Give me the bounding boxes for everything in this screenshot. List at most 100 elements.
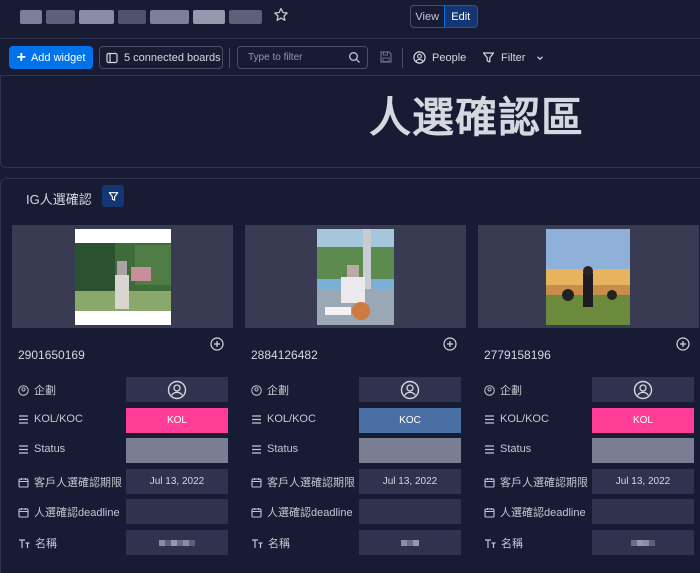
edit-mode-button[interactable]: Edit <box>443 6 477 27</box>
status-value[interactable] <box>359 438 461 463</box>
status-column-icon <box>252 444 261 454</box>
search-icon <box>349 52 360 63</box>
field-label: 人選確認deadline <box>18 504 120 520</box>
field-label: 客戶人選確認期限 <box>251 474 355 490</box>
field-label: KOL/KOC <box>484 413 549 425</box>
filter-icon <box>482 52 495 63</box>
calendar-icon <box>251 477 262 488</box>
deadline-date[interactable] <box>359 499 461 524</box>
person-icon <box>251 384 262 396</box>
card-item-id[interactable]: 2884126482 <box>251 348 318 362</box>
field-row-kol-koc: KOL/KOC KOL <box>478 408 699 433</box>
person-icon <box>413 51 426 64</box>
name-value-blurred[interactable] <box>359 530 461 555</box>
client-deadline-date[interactable]: Jul 13, 2022 <box>359 469 461 494</box>
field-row-status: Status <box>245 438 466 463</box>
card-item-id[interactable]: 2779158196 <box>484 348 551 362</box>
title-bar: View Edit <box>0 0 700 38</box>
filter-input[interactable] <box>248 52 348 63</box>
field-label: 客戶人選確認期限 <box>18 474 122 490</box>
kol-koc-status-label[interactable]: KOL <box>126 408 228 433</box>
status-value[interactable] <box>126 438 228 463</box>
client-deadline-date[interactable]: Jul 13, 2022 <box>592 469 694 494</box>
field-row-planner: 企劃 <box>12 377 233 402</box>
section-filter-button[interactable] <box>102 185 124 207</box>
status-value[interactable] <box>592 438 694 463</box>
field-label: Status <box>484 443 531 455</box>
filter-button[interactable]: Filter <box>482 46 545 69</box>
kol-koc-status-label[interactable]: KOC <box>359 408 461 433</box>
name-value-blurred[interactable] <box>592 530 694 555</box>
card-body: 2779158196 企劃 KOL/KOC KOL Status 客戶人選確認期… <box>478 328 699 573</box>
planner-value[interactable] <box>359 377 461 402</box>
field-label: 名稱 <box>251 535 290 551</box>
field-row-planner: 企劃 <box>478 377 699 402</box>
field-label: 人選確認deadline <box>484 504 586 520</box>
status-column-icon <box>19 444 28 454</box>
field-row-client-deadline: 客戶人選確認期限 Jul 13, 2022 <box>478 469 699 494</box>
section-title: IG人選確認 <box>26 192 92 207</box>
card-image-area <box>245 225 466 328</box>
field-row-name: 名稱 <box>245 530 466 555</box>
calendar-icon <box>484 507 495 518</box>
field-row-planner: 企劃 <box>245 377 466 402</box>
filter-label: Filter <box>501 51 526 64</box>
person-icon <box>18 384 29 396</box>
calendar-icon <box>18 477 29 488</box>
view-mode-button[interactable]: View <box>411 6 444 27</box>
field-row-client-deadline: 客戶人選確認期限 Jul 13, 2022 <box>245 469 466 494</box>
card-image-area <box>12 225 233 328</box>
add-update-icon[interactable] <box>209 336 225 352</box>
connected-boards-label: 5 connected boards <box>124 51 221 64</box>
add-widget-label: Add widget <box>30 51 86 64</box>
people-filter-button[interactable]: People <box>413 46 466 69</box>
hero-title: 人選確認區 <box>369 93 585 142</box>
avatar-placeholder-icon <box>400 380 420 399</box>
text-column-icon <box>252 538 263 548</box>
add-widget-button[interactable]: + Add widget <box>9 46 93 69</box>
field-label: KOL/KOC <box>18 413 83 425</box>
dashboard-toolbar: + Add widget 5 connected boards People F… <box>0 38 700 76</box>
deadline-date[interactable] <box>592 499 694 524</box>
planner-value[interactable] <box>592 377 694 402</box>
add-update-icon[interactable] <box>442 336 458 352</box>
connected-boards-button[interactable]: 5 connected boards <box>99 46 223 69</box>
board-icon <box>106 52 118 63</box>
text-widget[interactable]: 人選確認區 <box>0 76 700 168</box>
text-column-icon <box>19 538 30 548</box>
card-image-area <box>478 225 699 328</box>
pixelated-name <box>401 539 419 546</box>
kol-koc-status-label[interactable]: KOL <box>592 408 694 433</box>
item-card[interactable]: 2901650169 企劃 KOL/KOC KOL Status 客戶人選確認期… <box>12 225 233 573</box>
star-icon[interactable] <box>272 7 290 25</box>
add-update-icon[interactable] <box>675 336 691 352</box>
item-card[interactable]: 2884126482 企劃 KOL/KOC KOC Status 客戶人選確認期… <box>245 225 466 573</box>
planner-value[interactable] <box>126 377 228 402</box>
item-card[interactable]: 2779158196 企劃 KOL/KOC KOL Status 客戶人選確認期… <box>478 225 699 573</box>
card-item-id[interactable]: 2901650169 <box>18 348 85 362</box>
status-column-icon <box>485 414 494 424</box>
avatar-placeholder-icon <box>167 380 187 399</box>
field-row-deadline: 人選確認deadline <box>12 499 233 524</box>
text-column-icon <box>485 538 496 548</box>
deadline-date[interactable] <box>126 499 228 524</box>
field-row-deadline: 人選確認deadline <box>478 499 699 524</box>
field-row-status: Status <box>478 438 699 463</box>
board-title-blurred[interactable] <box>20 6 266 28</box>
field-row-kol-koc: KOL/KOC KOL <box>12 408 233 433</box>
profile-photo[interactable] <box>546 229 630 325</box>
client-deadline-date[interactable]: Jul 13, 2022 <box>126 469 228 494</box>
field-label: 名稱 <box>18 535 57 551</box>
name-value-blurred[interactable] <box>126 530 228 555</box>
field-label: Status <box>251 443 298 455</box>
profile-photo[interactable] <box>75 229 171 325</box>
calendar-icon <box>251 507 262 518</box>
card-body: 2901650169 企劃 KOL/KOC KOL Status 客戶人選確認期… <box>12 328 233 573</box>
profile-photo[interactable] <box>317 229 394 325</box>
field-label: 客戶人選確認期限 <box>484 474 588 490</box>
status-column-icon <box>485 444 494 454</box>
save-view-icon[interactable] <box>379 50 393 64</box>
filter-search-box[interactable] <box>237 46 368 69</box>
field-label: 企劃 <box>18 382 56 398</box>
toolbar-divider <box>229 48 230 68</box>
